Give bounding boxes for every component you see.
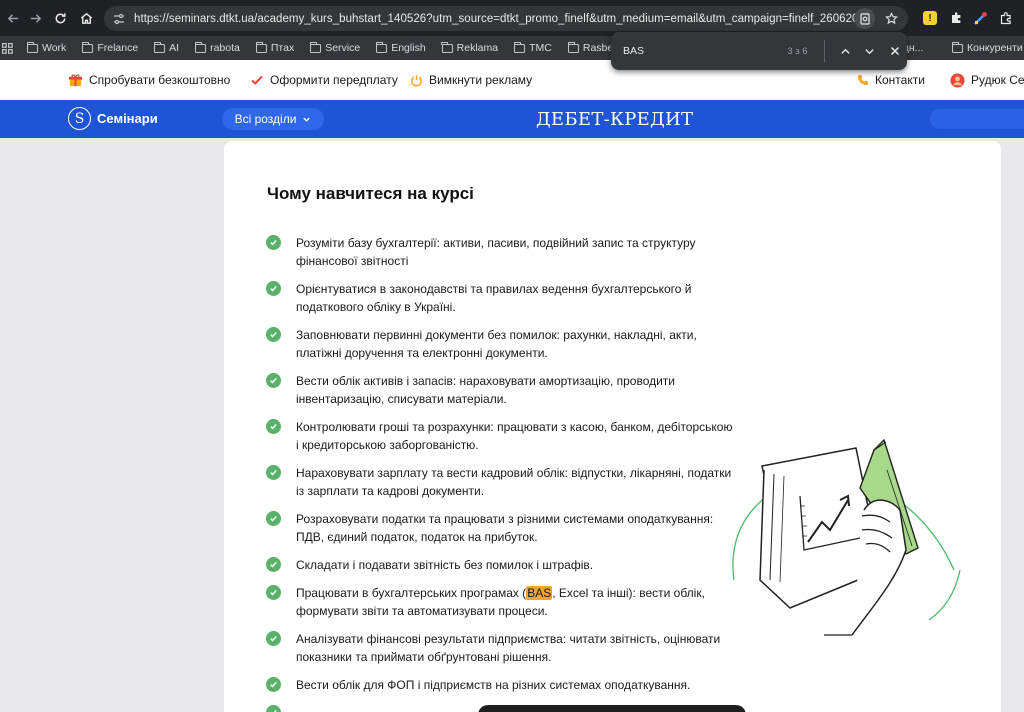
check-circle-icon <box>266 327 281 342</box>
browser-toolbar: https://seminars.dtkt.ua/academy_kurs_bu… <box>0 0 1024 36</box>
phone-icon <box>858 75 868 85</box>
find-bar: 3 з 6 <box>611 32 907 70</box>
folder-icon <box>26 41 38 53</box>
extension-yellow-icon[interactable]: ! <box>920 8 940 28</box>
url-text: https://seminars.dtkt.ua/academy_kurs_bu… <box>134 12 872 25</box>
extension-color-icon[interactable] <box>970 8 990 28</box>
list-item: Орієнтуватися в законодавстві та правила… <box>266 280 736 316</box>
check-circle-icon <box>266 585 281 600</box>
bookmark-ptakh[interactable]: Птах <box>255 41 294 54</box>
power-icon <box>411 74 422 86</box>
list-item: Аналізувати фінансові результати підприє… <box>266 630 736 666</box>
folder-icon <box>513 41 526 53</box>
list-item: Вести облік для ФОП і підприємств на різ… <box>266 676 736 694</box>
bookmark-konkurenty[interactable]: Конкуренти <box>951 41 1023 54</box>
contacts-link[interactable]: Контакти <box>857 73 925 87</box>
home-icon[interactable] <box>73 5 99 31</box>
accounting-illustration <box>732 438 961 636</box>
list-item: Розраховувати податки та працювати з різ… <box>266 510 736 546</box>
extensions-menu-icon[interactable] <box>996 8 1016 28</box>
apps-grid-icon[interactable] <box>2 42 13 54</box>
bookmark-work[interactable]: Work <box>26 41 66 54</box>
bookmark-english[interactable]: English <box>376 41 426 54</box>
try-free-link[interactable]: Спробувати безкоштовно <box>68 73 230 88</box>
bookmark-tmc[interactable]: TMC <box>513 41 552 54</box>
check-circle-icon <box>266 631 281 646</box>
check-circle-icon <box>266 373 281 388</box>
list-item: Контролювати гроші та розрахунки: працюв… <box>266 418 736 454</box>
bookmark-star-icon[interactable] <box>881 8 902 29</box>
gift-icon <box>68 73 83 86</box>
divider <box>823 40 825 62</box>
brand-title[interactable]: ДЕБЕТ-КРЕДИТ <box>536 109 693 130</box>
check-circle-icon <box>266 235 281 250</box>
checkmark-icon <box>251 75 263 85</box>
folder-icon <box>376 41 388 53</box>
folder-icon <box>153 41 166 53</box>
folder-icon <box>255 41 267 53</box>
find-close-icon[interactable] <box>882 38 907 64</box>
find-input[interactable] <box>623 45 776 57</box>
folder-icon <box>441 41 453 53</box>
subscribe-link[interactable]: Оформити передплату <box>250 73 398 87</box>
forward-icon[interactable] <box>22 5 48 31</box>
search-highlight: BAS <box>526 586 553 600</box>
list-item: Працювати в бухгалтерських програмах (BA… <box>266 584 736 620</box>
chevron-down-icon <box>303 117 311 122</box>
bookmark-rabota[interactable]: rabota <box>194 41 240 54</box>
extension-puzzle-icon[interactable] <box>946 8 966 28</box>
folder-icon <box>82 41 94 53</box>
seminars-logo[interactable]: S Семінари <box>68 107 158 130</box>
list-item: Складати і подавати звітність без помило… <box>266 556 736 574</box>
find-in-page-icon[interactable] <box>854 8 875 29</box>
list-item: Нараховувати зарплату та вести кадровий … <box>266 464 736 500</box>
disable-ads-link[interactable]: Вимкнути рекламу <box>410 73 532 87</box>
bookmark-frelance[interactable]: Frelance <box>82 41 138 54</box>
user-menu[interactable]: Рудюк Сер <box>950 72 1024 88</box>
check-circle-icon <box>266 465 281 480</box>
bookmark-ai[interactable]: AI <box>153 41 179 54</box>
logo-circle: S <box>68 107 91 130</box>
bookmark-reklama[interactable]: Reklama <box>441 41 498 54</box>
folder-icon <box>567 41 579 53</box>
bookmark-service[interactable]: Service <box>310 41 360 54</box>
check-circle-icon <box>266 557 281 572</box>
find-match-count: 3 з 6 <box>787 45 808 57</box>
section-heading: Чому навчитеся на курсі <box>267 184 474 203</box>
site-navbar: S Семінари Всі розділи ДЕБЕТ-КРЕДИТ <box>0 100 1024 138</box>
folder-icon <box>194 41 207 53</box>
check-circle-icon <box>266 511 281 526</box>
check-circle-icon <box>266 705 281 712</box>
floating-bar[interactable] <box>478 705 746 712</box>
check-circle-icon <box>266 419 281 434</box>
sections-label: Всі розділи <box>234 112 297 126</box>
logo-text: Семінари <box>97 111 158 126</box>
site-search-input[interactable] <box>930 109 1024 129</box>
reload-icon[interactable] <box>47 5 73 31</box>
site-info-icon[interactable] <box>108 13 130 25</box>
find-previous-icon[interactable] <box>833 38 858 64</box>
list-item: Розуміти базу бухгалтерії: активи, пасив… <box>266 234 736 270</box>
list-item: Заповнювати первинні документи без помил… <box>266 326 736 362</box>
benefits-list: Розуміти базу бухгалтерії: активи, пасив… <box>266 234 736 712</box>
list-item: Вести облік активів і запасів: нараховув… <box>266 372 736 408</box>
check-circle-icon <box>266 281 281 296</box>
folder-icon <box>951 41 963 53</box>
find-next-icon[interactable] <box>858 38 883 64</box>
check-circle-icon <box>266 677 281 692</box>
avatar <box>950 72 965 88</box>
all-sections-dropdown[interactable]: Всі розділи <box>222 108 324 130</box>
folder-icon <box>310 41 322 53</box>
address-bar[interactable]: https://seminars.dtkt.ua/academy_kurs_bu… <box>104 6 908 31</box>
